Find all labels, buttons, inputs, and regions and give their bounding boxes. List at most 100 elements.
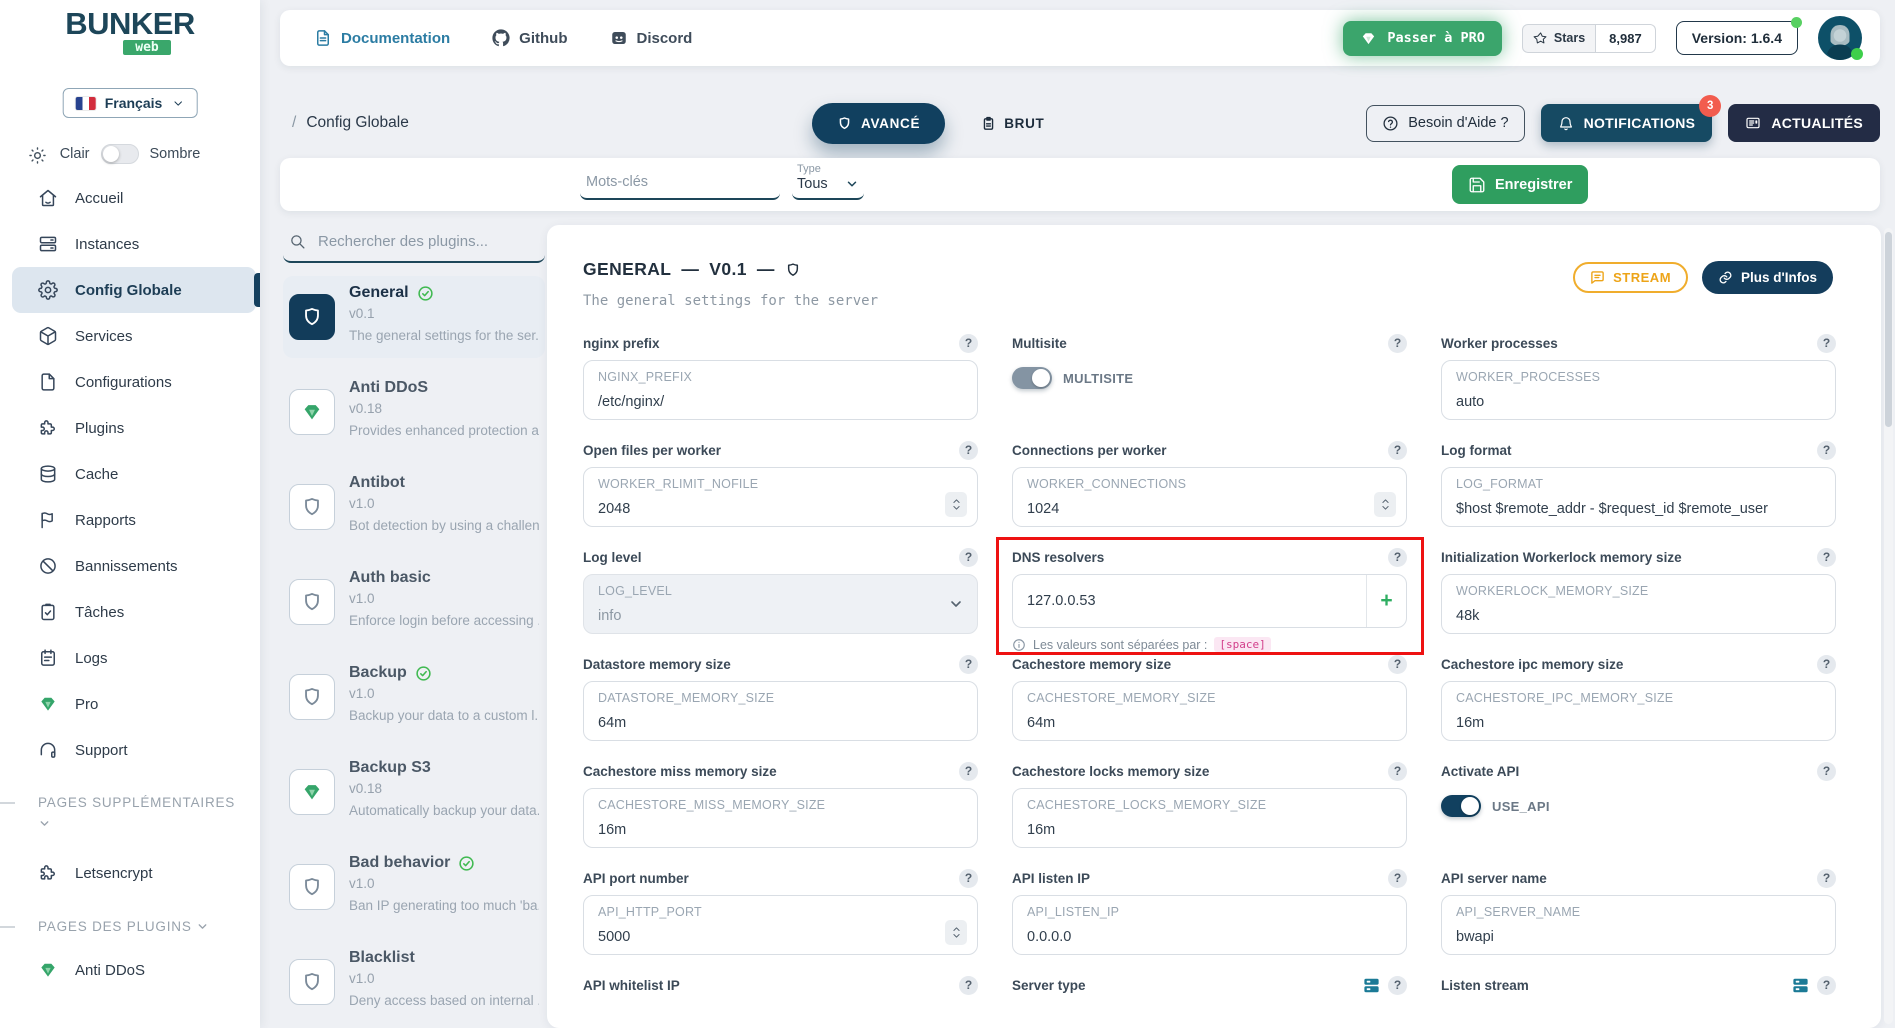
help-icon[interactable]: ? bbox=[959, 655, 978, 674]
help-icon[interactable]: ? bbox=[959, 441, 978, 460]
field-input-api-server-name[interactable]: API_SERVER_NAMEbwapi bbox=[1441, 895, 1836, 955]
notifications-button[interactable]: NOTIFICATIONS 3 bbox=[1541, 104, 1713, 142]
sidebar-section-pages-suppl-mentaires[interactable]: PAGES SUPPLÉMENTAIRES bbox=[0, 792, 260, 834]
field-input-cachestore-ipc-memory-size[interactable]: CACHESTORE_IPC_MEMORY_SIZE16m bbox=[1441, 681, 1836, 741]
field-input-dns-resolvers[interactable]: 127.0.0.53+ bbox=[1012, 574, 1407, 628]
more-info-button[interactable]: Plus d'Infos bbox=[1702, 261, 1833, 294]
upgrade-pro-button[interactable]: Passer à PRO bbox=[1343, 21, 1502, 56]
help-icon[interactable]: ? bbox=[1388, 548, 1407, 567]
type-select[interactable]: Type Tous bbox=[792, 162, 864, 200]
sidebar-item-accueil[interactable]: Accueil bbox=[0, 175, 260, 221]
help-icon[interactable]: ? bbox=[1388, 762, 1407, 781]
sidebar-item-letsencrypt[interactable]: Letsencrypt bbox=[0, 850, 260, 896]
field-input-connections-per-worker[interactable]: WORKER_CONNECTIONS1024 bbox=[1012, 467, 1407, 527]
sidebar-item-t-ches[interactable]: Tâches bbox=[0, 589, 260, 635]
plugin-cards: Generalv0.1The general settings for the … bbox=[283, 276, 545, 1023]
help-icon[interactable]: ? bbox=[959, 334, 978, 353]
top-link-documentation[interactable]: Documentation bbox=[314, 29, 450, 47]
logo-title: BUNKER bbox=[0, 8, 260, 39]
sidebar-item-config-globale[interactable]: Config Globale bbox=[12, 267, 256, 313]
field-input-api-listen-ip[interactable]: API_LISTEN_IP0.0.0.0 bbox=[1012, 895, 1407, 955]
help-icon[interactable]: ? bbox=[1817, 762, 1836, 781]
sidebar-item-pro[interactable]: Pro bbox=[0, 681, 260, 727]
toggle-multisite[interactable] bbox=[1012, 367, 1052, 389]
help-icon[interactable]: ? bbox=[959, 762, 978, 781]
help-icon[interactable]: ? bbox=[1817, 334, 1836, 353]
field-input-datastore-memory-size[interactable]: DATASTORE_MEMORY_SIZE64m bbox=[583, 681, 978, 741]
sidebar-item-logs[interactable]: Logs bbox=[0, 635, 260, 681]
field-value: $host $remote_addr - $request_id $remote… bbox=[1456, 501, 1821, 517]
scrollbar-thumb[interactable] bbox=[1885, 232, 1892, 427]
plugin-desc: Ban IP generating too much 'ba... bbox=[349, 898, 539, 913]
theme-switcher: Clair Sombre bbox=[0, 144, 260, 164]
top-link-discord[interactable]: Discord bbox=[610, 29, 693, 47]
plugin-search-input[interactable] bbox=[316, 232, 516, 251]
field-input-cachestore-locks-memory-size[interactable]: CACHESTORE_LOCKS_MEMORY_SIZE16m bbox=[1012, 788, 1407, 848]
add-value-button[interactable]: + bbox=[1366, 575, 1406, 627]
plugin-card-backup[interactable]: Backupv1.0Backup your data to a custom l… bbox=[283, 656, 545, 738]
help-icon[interactable]: ? bbox=[1388, 334, 1407, 353]
number-stepper[interactable] bbox=[945, 920, 967, 945]
field-input-worker-processes[interactable]: WORKER_PROCESSESauto bbox=[1441, 360, 1836, 420]
help-icon[interactable]: ? bbox=[1817, 441, 1836, 460]
news-button[interactable]: ACTUALITÉS bbox=[1728, 104, 1880, 142]
field-cachestore-ipc-memory-size: Cachestore ipc memory size?CACHESTORE_IP… bbox=[1441, 654, 1836, 761]
language-selector[interactable]: Français bbox=[63, 88, 198, 118]
number-stepper[interactable] bbox=[945, 492, 967, 517]
sidebar-item-configurations[interactable]: Configurations bbox=[0, 359, 260, 405]
help-icon[interactable]: ? bbox=[959, 976, 978, 995]
sidebar-item-services[interactable]: Services bbox=[0, 313, 260, 359]
field-input-open-files-per-worker[interactable]: WORKER_RLIMIT_NOFILE2048 bbox=[583, 467, 978, 527]
user-avatar[interactable] bbox=[1818, 16, 1862, 60]
sidebar-item-bannissements[interactable]: Bannissements bbox=[0, 543, 260, 589]
field-input-log-format[interactable]: LOG_FORMAT$host $remote_addr - $request_… bbox=[1441, 467, 1836, 527]
sidebar-item-plugins[interactable]: Plugins bbox=[0, 405, 260, 451]
help-icon[interactable]: ? bbox=[959, 869, 978, 888]
help-icon[interactable]: ? bbox=[1388, 655, 1407, 674]
help-icon[interactable]: ? bbox=[1817, 976, 1836, 995]
help-icon[interactable]: ? bbox=[1388, 976, 1407, 995]
help-icon[interactable]: ? bbox=[959, 548, 978, 567]
field-input-api-port-number[interactable]: API_HTTP_PORT5000 bbox=[583, 895, 978, 955]
bunkerweb-logo[interactable]: BUNKER web bbox=[0, 8, 260, 55]
sidebar-item-cache[interactable]: Cache bbox=[0, 451, 260, 497]
sidebar-item-rapports[interactable]: Rapports bbox=[0, 497, 260, 543]
scrollbar-track[interactable] bbox=[1884, 228, 1893, 1024]
sidebar-item-anti-ddos[interactable]: Anti DDoS bbox=[0, 947, 260, 993]
help-icon[interactable]: ? bbox=[1817, 655, 1836, 674]
sidebar-item-label: Tâches bbox=[75, 604, 124, 621]
sidebar-item-label: Services bbox=[75, 328, 133, 345]
github-stars-badge[interactable]: Stars 8,987 bbox=[1522, 24, 1656, 53]
keywords-input[interactable] bbox=[580, 168, 780, 200]
sidebar-item-label: Plugins bbox=[75, 420, 124, 437]
plugin-card-antibot[interactable]: Antibotv1.0Bot detection by using a chal… bbox=[283, 466, 545, 548]
number-stepper[interactable] bbox=[1374, 492, 1396, 517]
field-input-cachestore-miss-memory-size[interactable]: CACHESTORE_MISS_MEMORY_SIZE16m bbox=[583, 788, 978, 848]
plugin-card-general[interactable]: Generalv0.1The general settings for the … bbox=[283, 276, 545, 358]
field-select-log-level[interactable]: LOG_LEVELinfo bbox=[583, 574, 978, 634]
need-help-button[interactable]: Besoin d'Aide ? bbox=[1366, 105, 1524, 142]
plugin-card-blacklist[interactable]: Blacklistv1.0Deny access based on intern… bbox=[283, 941, 545, 1023]
field-connections-per-worker: Connections per worker?WORKER_CONNECTION… bbox=[1012, 440, 1407, 547]
plugin-card-backup-s3[interactable]: Backup S3v0.18Automatically backup your … bbox=[283, 751, 545, 833]
stream-badge-button[interactable]: STREAM bbox=[1573, 262, 1688, 293]
theme-toggle[interactable] bbox=[101, 144, 139, 164]
sidebar-item-instances[interactable]: Instances bbox=[0, 221, 260, 267]
field-input-initialization-workerlock-memory-size[interactable]: WORKERLOCK_MEMORY_SIZE48k bbox=[1441, 574, 1836, 634]
sidebar-section-pages-des-plugins[interactable]: PAGES DES PLUGINS bbox=[0, 916, 260, 937]
help-icon[interactable]: ? bbox=[1817, 869, 1836, 888]
help-icon[interactable]: ? bbox=[1388, 441, 1407, 460]
help-icon[interactable]: ? bbox=[1817, 548, 1836, 567]
plugin-card-anti-ddos[interactable]: Anti DDoSv0.18Provides enhanced protecti… bbox=[283, 371, 545, 453]
toggle-use-api[interactable] bbox=[1441, 795, 1481, 817]
mode-raw-button[interactable]: BRUT bbox=[975, 115, 1050, 132]
help-icon[interactable]: ? bbox=[1388, 869, 1407, 888]
plugin-card-auth-basic[interactable]: Auth basicv1.0Enforce login before acces… bbox=[283, 561, 545, 643]
mode-advanced-button[interactable]: AVANCÉ bbox=[812, 103, 945, 144]
sidebar-item-support[interactable]: Support bbox=[0, 727, 260, 773]
plugin-card-bad-behavior[interactable]: Bad behaviorv1.0Ban IP generating too mu… bbox=[283, 846, 545, 928]
field-input-cachestore-memory-size[interactable]: CACHESTORE_MEMORY_SIZE64m bbox=[1012, 681, 1407, 741]
save-button[interactable]: Enregistrer bbox=[1452, 165, 1588, 204]
top-link-github[interactable]: Github bbox=[492, 29, 567, 47]
field-input-nginx-prefix[interactable]: NGINX_PREFIX/etc/nginx/ bbox=[583, 360, 978, 420]
